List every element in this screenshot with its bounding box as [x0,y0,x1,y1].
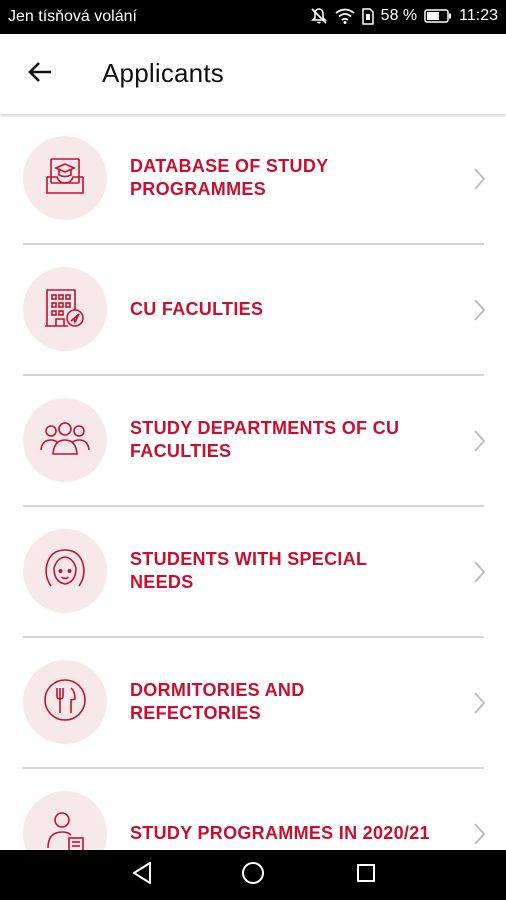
chevron-right-icon [470,821,488,847]
home-circle-icon [240,860,266,891]
wifi-icon [335,8,355,24]
menu-item-database-of-study-programmes[interactable]: DATABASE OF STUDY PROGRAMMES [0,114,506,245]
menu-item-label: STUDENTS WITH SPECIAL NEEDS [130,549,367,592]
menu-item-label: CU FACULTIES [130,298,264,319]
system-nav-bar [0,850,506,900]
menu-item-study-departments[interactable]: STUDY DEPARTMENTS OF CU FACULTIES [0,376,506,507]
back-triangle-icon [130,860,154,891]
menu-item-label: STUDY PROGRAMMES IN 2020/21 [130,822,430,843]
arrow-left-icon [27,61,53,88]
menu-item-study-programmes-2020-21[interactable]: STUDY PROGRAMMES IN 2020/21 [0,769,506,850]
recents-square-icon [354,861,378,890]
fork-knife-plate-icon [42,677,88,728]
mute-icon [310,7,328,25]
chevron-right-icon [470,690,488,716]
faculty-building-icon [42,284,88,335]
icon-circle [23,136,107,220]
chevron-right-icon [470,559,488,585]
icon-circle [23,791,107,850]
status-bar: Jen tísňová volání 58 % 11:23 [0,0,506,34]
nav-home-button[interactable] [238,860,268,890]
carrier-text: Jen tísňová volání [8,8,137,25]
icon-circle [23,267,107,351]
page-title: Applicants [102,58,224,88]
icon-circle [23,398,107,482]
nav-back-button[interactable] [127,860,157,890]
clock-text: 11:23 [459,7,498,24]
nav-recents-button[interactable] [351,860,381,890]
menu-item-dormitories-and-refectories[interactable]: DORMITORIES AND REFECTORIES [0,638,506,769]
menu-item-label: DORMITORIES AND REFECTORIES [130,680,305,723]
graduation-tray-icon [43,155,87,202]
menu-list: DATABASE OF STUDY PROGRAMMES CU FACULTIE… [0,114,506,850]
icon-circle [23,529,107,613]
icon-circle [23,660,107,744]
sim-icon [361,7,374,25]
people-group-icon [39,420,91,461]
chevron-right-icon [470,166,488,192]
chevron-right-icon [470,297,488,323]
menu-item-label: STUDY DEPARTMENTS OF CU FACULTIES [130,418,400,461]
back-button[interactable] [20,56,60,92]
battery-text: 58 % [380,7,418,24]
chevron-right-icon [470,428,488,454]
menu-item-cu-faculties[interactable]: CU FACULTIES [0,245,506,376]
status-icons: 58 % 11:23 [310,7,498,25]
woman-face-icon [42,546,88,597]
menu-item-students-with-special-needs[interactable]: STUDENTS WITH SPECIAL NEEDS [0,507,506,638]
app-bar: Applicants [0,34,506,114]
battery-icon [424,9,452,23]
person-document-icon [42,808,88,850]
menu-item-label: DATABASE OF STUDY PROGRAMMES [130,156,329,199]
